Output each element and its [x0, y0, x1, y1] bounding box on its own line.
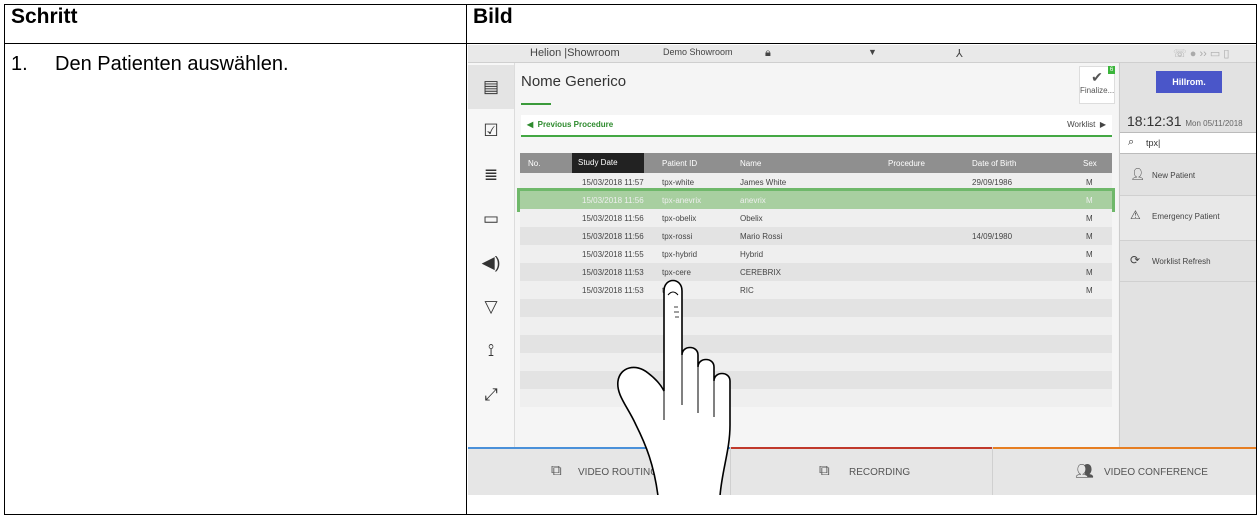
image-cell: Helion |Showroom Demo Showroom 🔒︎ ▼ ⅄ ☏ …: [466, 43, 1257, 515]
device-screenshot: Helion |Showroom Demo Showroom 🔒︎ ▼ ⅄ ☏ …: [468, 45, 1256, 495]
step-text: Den Patienten auswählen.: [55, 53, 289, 75]
pointing-hand-icon: [617, 279, 731, 495]
instruction-document: Schritt Bild 1. Den Patienten auswählen. …: [0, 0, 1260, 515]
header-step: Schritt: [4, 4, 467, 44]
header-image: Bild: [466, 4, 1257, 44]
step-number: 1.: [11, 53, 28, 75]
step-table: Schritt Bild 1. Den Patienten auswählen. …: [4, 4, 1257, 515]
step-cell: 1. Den Patienten auswählen.: [4, 43, 467, 515]
